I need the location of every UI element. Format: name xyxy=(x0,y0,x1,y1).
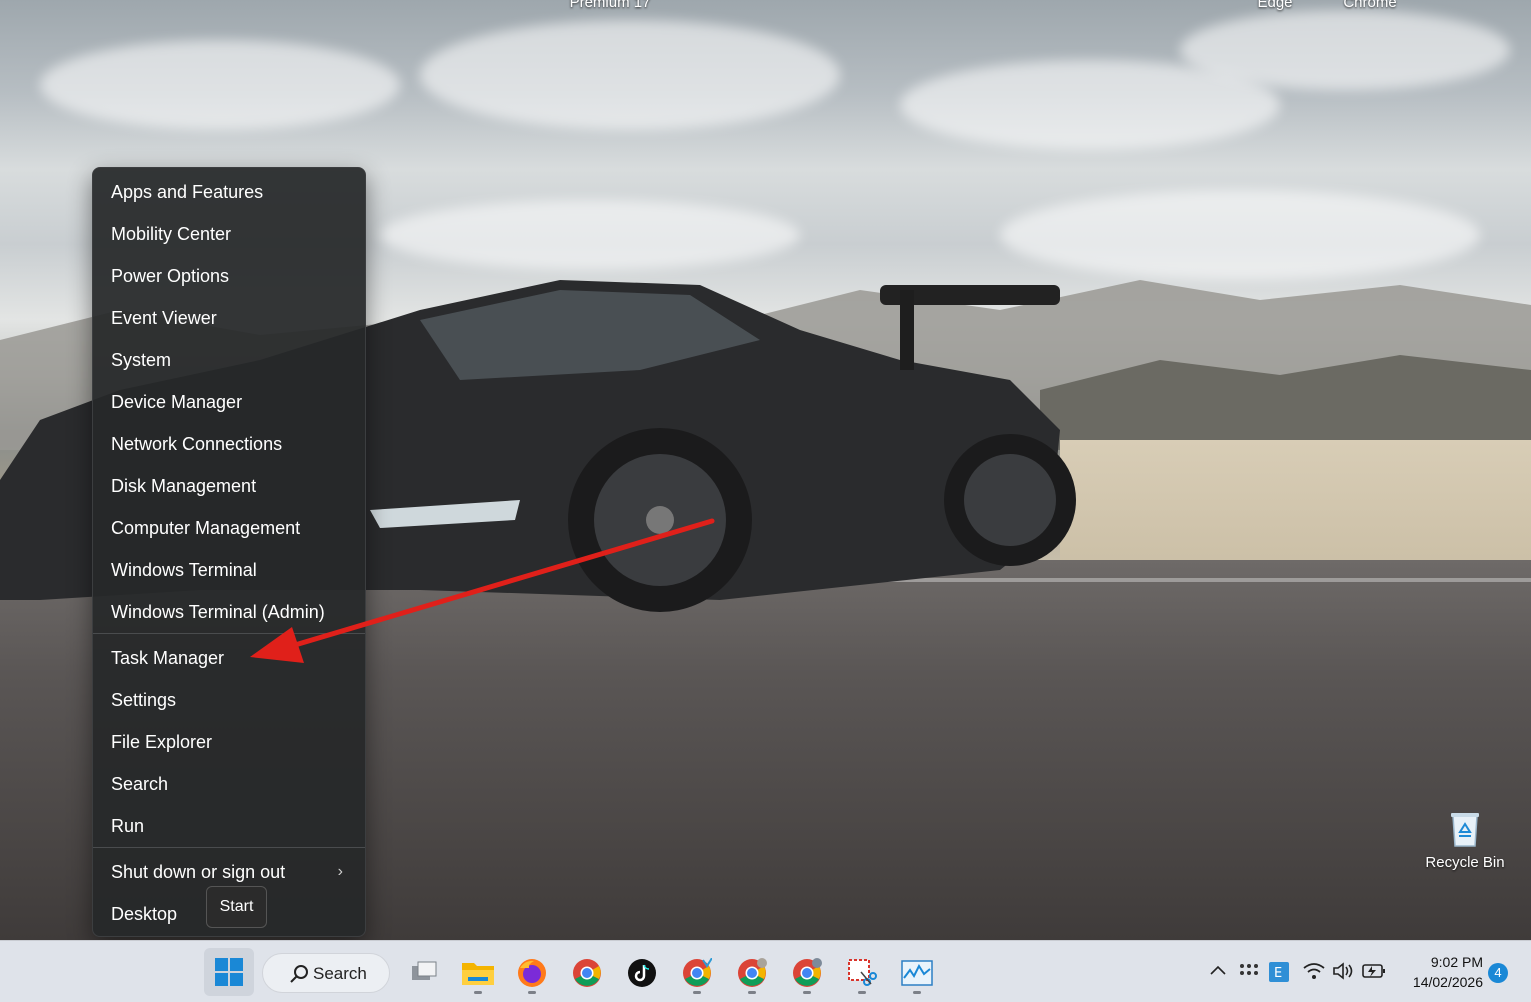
tiktok-icon xyxy=(628,959,656,987)
file-explorer-button[interactable] xyxy=(453,948,503,996)
running-indicator xyxy=(913,991,921,994)
desktop-icon-label[interactable]: Edge xyxy=(1240,0,1310,11)
menu-item-system[interactable]: System xyxy=(93,340,365,380)
start-button[interactable] xyxy=(204,948,254,996)
clock-date: 14/02/2026 xyxy=(1412,974,1483,990)
menu-item-settings[interactable]: Settings xyxy=(93,680,365,720)
svg-text:E: E xyxy=(1274,966,1282,981)
snipping-tool-button[interactable] xyxy=(837,948,887,996)
resource-monitor-icon xyxy=(901,960,933,986)
running-indicator xyxy=(528,991,536,994)
chevron-right-icon: › xyxy=(337,863,343,880)
notification-badge[interactable]: 4 xyxy=(1488,963,1508,983)
windows-logo-icon xyxy=(215,958,243,986)
menu-item-windows-terminal-admin[interactable]: Windows Terminal (Admin) xyxy=(93,592,365,632)
start-tooltip: Start xyxy=(206,886,267,928)
running-indicator xyxy=(693,991,701,994)
clock[interactable]: 9:02 PM 14/02/2026 xyxy=(1395,952,1483,992)
menu-item-apps-and-features[interactable]: Apps and Features xyxy=(93,172,365,212)
chrome-button[interactable] xyxy=(562,948,612,996)
running-indicator xyxy=(474,991,482,994)
running-indicator xyxy=(748,991,756,994)
file-explorer-icon xyxy=(462,963,494,985)
resource-monitor-button[interactable] xyxy=(892,948,942,996)
firefox-icon xyxy=(518,959,546,987)
chrome-icon xyxy=(573,959,601,987)
search-icon xyxy=(290,965,308,983)
input-language-icon[interactable]: E xyxy=(1268,961,1290,983)
chrome-profile-icon xyxy=(683,958,712,987)
menu-item-task-manager[interactable]: Task Manager xyxy=(93,638,365,678)
grid-apps-icon[interactable] xyxy=(1239,962,1259,982)
clock-time: 9:02 PM xyxy=(1430,954,1483,970)
task-view-icon xyxy=(412,961,437,980)
menu-item-device-manager[interactable]: Device Manager xyxy=(93,382,365,422)
chrome-profile-icon xyxy=(738,958,767,987)
menu-item-network-connections[interactable]: Network Connections xyxy=(93,424,365,464)
menu-item-run[interactable]: Run xyxy=(93,806,365,846)
running-indicator xyxy=(858,991,866,994)
menu-separator xyxy=(93,633,365,634)
search-label: Search xyxy=(313,964,367,983)
winx-context-menu: Apps and Features Mobility Center Power … xyxy=(92,167,366,937)
menu-item-event-viewer[interactable]: Event Viewer xyxy=(93,298,365,338)
running-indicator xyxy=(803,991,811,994)
chrome-profile-icon xyxy=(793,958,822,987)
menu-item-disk-management[interactable]: Disk Management xyxy=(93,466,365,506)
menu-item-windows-terminal[interactable]: Windows Terminal xyxy=(93,550,365,590)
battery-charging-icon[interactable] xyxy=(1362,963,1386,979)
recycle-bin-label: Recycle Bin xyxy=(1425,854,1505,871)
chrome-profile-button[interactable] xyxy=(727,948,777,996)
menu-item-search[interactable]: Search xyxy=(93,764,365,804)
menu-item-mobility-center[interactable]: Mobility Center xyxy=(93,214,365,254)
wifi-icon[interactable] xyxy=(1303,962,1325,980)
desktop-icon-label[interactable]: Premium 17 xyxy=(560,0,660,11)
chrome-profile-button[interactable] xyxy=(782,948,832,996)
menu-separator xyxy=(93,847,365,848)
taskbar: Search E 9:02 PM 14/02/2026 4 xyxy=(0,940,1531,1002)
recycle-bin-icon xyxy=(1451,813,1479,847)
recycle-bin-shortcut[interactable]: Recycle Bin xyxy=(1420,806,1510,878)
menu-item-power-options[interactable]: Power Options xyxy=(93,256,365,296)
desktop-icon-label[interactable]: Chrome xyxy=(1330,0,1410,11)
snipping-tool-icon xyxy=(848,959,877,986)
task-view-button[interactable] xyxy=(398,948,448,996)
menu-item-computer-management[interactable]: Computer Management xyxy=(93,508,365,548)
volume-icon[interactable] xyxy=(1333,962,1355,980)
taskbar-search[interactable]: Search xyxy=(262,953,390,993)
chrome-profile-button[interactable] xyxy=(672,948,722,996)
menu-item-label: Shut down or sign out xyxy=(111,862,286,882)
menu-item-file-explorer[interactable]: File Explorer xyxy=(93,722,365,762)
tiktok-button[interactable] xyxy=(617,948,667,996)
firefox-button[interactable] xyxy=(507,948,557,996)
chevron-up-icon[interactable] xyxy=(1210,964,1226,976)
